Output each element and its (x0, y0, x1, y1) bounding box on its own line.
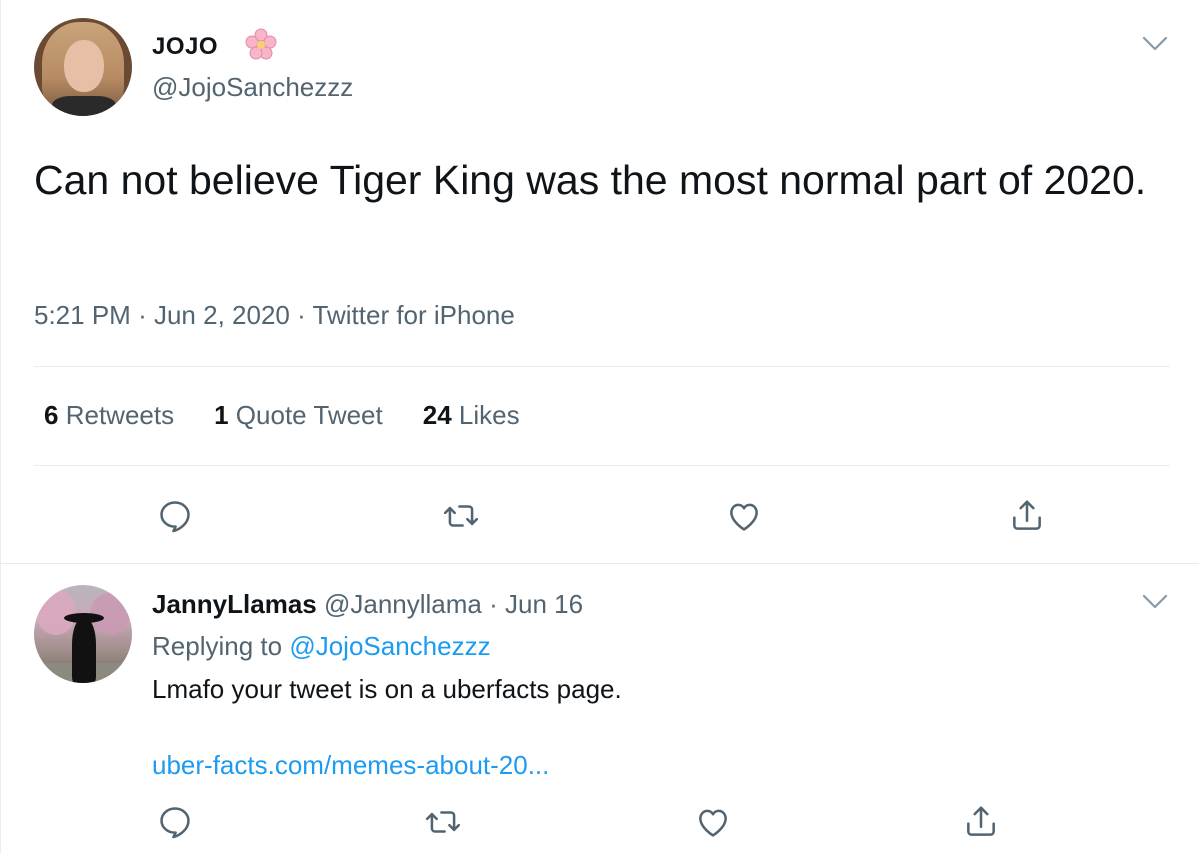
heart-icon (699, 809, 727, 837)
divider (1, 563, 1199, 564)
retweet-button[interactable] (439, 494, 483, 538)
cherry-blossom-icon (245, 28, 277, 60)
share-icon (967, 806, 995, 836)
quotes-count: 1 (214, 400, 229, 430)
retweet-icon (425, 811, 461, 833)
replying-handle-link[interactable]: @JojoSanchezzz (289, 631, 490, 661)
reply-button[interactable] (153, 494, 197, 538)
share-button[interactable] (959, 800, 1003, 844)
reply-header: JannyLlamas @Jannyllama · Jun 16 (152, 589, 583, 620)
reply-icon (160, 501, 190, 533)
quotes-stat[interactable]: 1 Quote Tweet (214, 400, 383, 431)
reply-author-handle[interactable]: @Jannyllama (324, 589, 482, 619)
retweets-label: Retweets (65, 400, 175, 430)
meta-separator: · (489, 589, 498, 619)
divider (34, 465, 1170, 466)
tweet-text: Can not believe Tiger King was the most … (34, 157, 1147, 203)
share-button[interactable] (1005, 494, 1049, 538)
meta-separator: · (138, 300, 147, 330)
retweets-stat[interactable]: 6 Retweets (44, 400, 174, 431)
quotes-label: Quote Tweet (235, 400, 383, 430)
reply-url-link[interactable]: uber-facts.com/memes-about-20... (152, 750, 549, 781)
reply-author-avatar[interactable] (34, 585, 132, 683)
author-display-name[interactable]: JOJO (152, 33, 218, 61)
retweet-button[interactable] (421, 800, 465, 844)
meta-separator: · (297, 300, 306, 330)
avatar-hat (64, 613, 104, 623)
tweet-source[interactable]: Twitter for iPhone (313, 300, 515, 330)
retweet-icon (443, 505, 479, 527)
reply-button[interactable] (153, 800, 197, 844)
likes-count: 24 (422, 400, 452, 430)
tweet-stats: 6 Retweets 1 Quote Tweet 24 Likes (44, 400, 560, 431)
reply-author-name[interactable]: JannyLlamas (152, 589, 317, 619)
divider (34, 366, 1170, 367)
share-icon (1013, 500, 1041, 530)
reply-icon (160, 807, 190, 839)
avatar-shirt (52, 96, 116, 116)
reply-text: Lmafo your tweet is on a uberfacts page. (152, 674, 622, 704)
avatar-person (72, 619, 96, 683)
heart-icon (730, 503, 758, 531)
avatar-face (64, 40, 104, 92)
chevron-down-icon[interactable] (1142, 36, 1168, 52)
like-button[interactable] (691, 800, 735, 844)
likes-stat[interactable]: 24 Likes (423, 400, 520, 431)
tweet-thread: JOJO @JojoSanchezzz Can not believe Tige… (0, 0, 1199, 853)
replying-prefix: Replying to (152, 631, 283, 661)
tweet-meta: 5:21 PM · Jun 2, 2020 · Twitter for iPho… (34, 300, 515, 331)
author-avatar[interactable] (34, 18, 132, 116)
author-handle[interactable]: @JojoSanchezzz (152, 72, 353, 103)
chevron-down-icon[interactable] (1142, 594, 1168, 610)
retweets-count: 6 (44, 400, 59, 430)
likes-label: Likes (458, 400, 520, 430)
tweet-time[interactable]: 5:21 PM (34, 300, 131, 330)
reply-date[interactable]: Jun 16 (505, 589, 583, 619)
replying-to: Replying to @JojoSanchezzz (152, 631, 491, 662)
avatar-blossom-tree (36, 589, 76, 635)
like-button[interactable] (722, 494, 766, 538)
tweet-date[interactable]: Jun 2, 2020 (154, 300, 290, 330)
